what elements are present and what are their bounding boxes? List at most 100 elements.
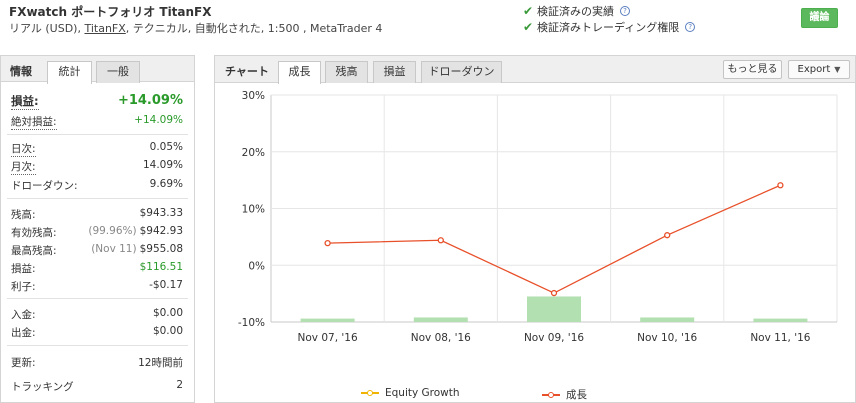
tab-general[interactable]: 一般	[96, 61, 140, 83]
abs-gain-row: 絶対損益: +14.09%	[11, 114, 183, 130]
equity-growth-bar	[300, 318, 355, 322]
highest-value-group: (Nov 11) $955.08	[91, 243, 183, 255]
growth-point	[437, 237, 444, 244]
verified-track-record: ✔ 検証済みの実績 ?	[523, 3, 630, 19]
drawdown-label: ドローダウン:	[11, 180, 78, 192]
balance-value: $943.33	[139, 207, 183, 219]
tab-growth[interactable]: 成長	[278, 61, 321, 84]
help-icon[interactable]: ?	[620, 6, 630, 16]
equity-growth-bar	[753, 318, 808, 322]
info-panel-header: 情報 統計 一般	[1, 55, 194, 84]
y-tick-label: -10%	[238, 317, 265, 329]
page-title: FXwatch ポートフォリオ TitanFX	[9, 5, 212, 19]
x-tick-label: Nov 10, '16	[637, 332, 697, 344]
x-tick-label: Nov 09, '16	[524, 332, 584, 344]
y-tick-label: 0%	[248, 260, 265, 272]
chart-panel-header: チャート 成長 残高 損益 ドローダウン もっと見る Export ▼	[215, 56, 855, 84]
help-icon[interactable]: ?	[685, 22, 696, 32]
y-tick-label: 10%	[242, 204, 265, 216]
export-label: Export	[797, 64, 831, 75]
chart-panel-label: チャート	[225, 65, 269, 78]
interest-row: 利子: -$0.17	[11, 279, 183, 295]
equity-label: 有効残高:	[11, 227, 57, 239]
highest-label: 最高残高:	[11, 245, 57, 257]
equity-growth-bar	[640, 317, 695, 322]
discuss-button[interactable]: 議論	[801, 8, 838, 28]
withdrawals-value: $0.00	[152, 325, 183, 337]
daily-label: 日次:	[11, 143, 36, 157]
divider	[7, 198, 188, 199]
abs-gain-label: 絶対損益:	[11, 116, 57, 130]
highest-value: $955.08	[139, 243, 183, 255]
monthly-row: 月次: 14.09%	[11, 159, 183, 175]
gain-label: 損益:	[11, 94, 39, 110]
withdrawals-label: 出金:	[11, 327, 36, 339]
check-icon: ✔	[523, 4, 534, 18]
x-tick-label: Nov 11, '16	[750, 332, 810, 344]
daily-row: 日次: 0.05%	[11, 141, 183, 157]
y-tick-label: 20%	[242, 147, 265, 159]
divider	[7, 345, 188, 346]
check-icon: ✔	[523, 20, 534, 34]
legend-equity-growth[interactable]: Equity Growth	[361, 387, 460, 399]
tracking-value: 2	[176, 379, 183, 391]
abs-gain-value: +14.09%	[134, 114, 183, 126]
profit-row: 損益: $116.51	[11, 261, 183, 277]
updated-label: 更新:	[11, 357, 36, 369]
growth-line	[327, 184, 781, 294]
equity-growth-swatch	[361, 388, 379, 398]
equity-growth-bar	[527, 296, 581, 322]
x-tick-label: Nov 08, '16	[411, 332, 471, 344]
updated-value: 12時間前	[138, 357, 183, 369]
tab-profit[interactable]: 損益	[373, 61, 416, 83]
tracking-label: トラッキング	[11, 381, 74, 393]
interest-value: -$0.17	[149, 279, 183, 291]
growth-point	[550, 289, 558, 297]
subtitle-prefix: リアル (USD),	[9, 22, 85, 35]
equity-percent: (99.96%)	[88, 225, 137, 237]
subtitle-suffix: , テクニカル, 自動化された, 1:500 , MetaTrader 4	[125, 22, 383, 35]
broker-link[interactable]: TitanFX	[84, 22, 125, 35]
updated-row: 更新: 12時間前	[11, 355, 183, 371]
x-tick-label: Nov 07, '16	[298, 332, 358, 344]
interest-label: 利子:	[11, 281, 36, 293]
deposits-value: $0.00	[152, 307, 183, 319]
profit-label: 損益:	[11, 263, 36, 275]
growth-swatch	[542, 390, 560, 400]
divider	[7, 298, 188, 299]
divider	[7, 134, 188, 135]
tracking-row: トラッキング 2	[11, 379, 183, 395]
info-panel: 情報 統計 一般 損益: +14.09% 絶対損益: +14.09% 日次: 0…	[0, 55, 195, 403]
account-subtitle: リアル (USD), TitanFX, テクニカル, 自動化された, 1:500…	[9, 20, 382, 36]
legend-growth-label: 成長	[566, 389, 587, 401]
drawdown-value: 9.69%	[149, 178, 183, 190]
withdrawals-row: 出金: $0.00	[11, 325, 183, 341]
legend-equity-growth-label: Equity Growth	[385, 387, 460, 399]
monthly-value: 14.09%	[142, 159, 183, 171]
more-button[interactable]: もっと見る	[723, 60, 782, 79]
deposits-row: 入金: $0.00	[11, 307, 183, 323]
growth-chart: 30% 20% 10% 0% -10% Nov 07, '16 Nov 08, '16 Nov…	[215, 83, 855, 403]
equity-growth-bar	[413, 317, 468, 322]
tab-stats[interactable]: 統計	[47, 61, 92, 84]
profit-value: $116.51	[139, 261, 183, 273]
tab-balance[interactable]: 残高	[325, 61, 368, 83]
chart-panel: チャート 成長 残高 損益 ドローダウン もっと見る Export ▼ 30% 20…	[214, 55, 856, 403]
equity-value-group: (99.96%) $942.93	[88, 225, 183, 237]
verified-trading-privileges-label: 検証済みトレーディング権限	[537, 21, 680, 34]
balance-label: 残高:	[11, 209, 36, 221]
drawdown-row: ドローダウン: 9.69%	[11, 178, 183, 194]
highest-row: 最高残高: (Nov 11) $955.08	[11, 243, 183, 259]
growth-point	[777, 182, 784, 189]
verified-trading-privileges: ✔ 検証済みトレーディング権限 ?	[523, 19, 696, 35]
export-button[interactable]: Export ▼	[788, 60, 850, 79]
growth-point	[664, 232, 671, 239]
tab-drawdown[interactable]: ドローダウン	[421, 61, 502, 83]
verified-track-record-label: 検証済みの実績	[537, 5, 614, 18]
legend-growth[interactable]: 成長	[542, 387, 587, 402]
balance-row: 残高: $943.33	[11, 207, 183, 223]
y-tick-label: 30%	[242, 90, 265, 102]
gain-value: +14.09%	[117, 93, 183, 108]
growth-chart-svg: 30% 20% 10% 0% -10% Nov 07, '16 Nov 08, '16 Nov…	[238, 90, 838, 344]
deposits-label: 入金:	[11, 309, 36, 321]
